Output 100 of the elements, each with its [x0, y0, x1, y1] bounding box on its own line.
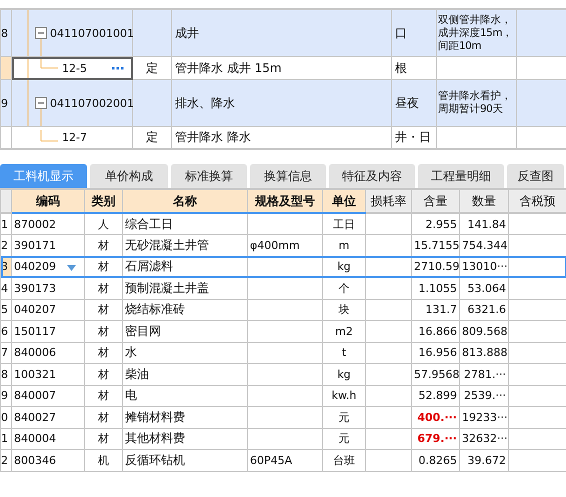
more-icon[interactable] [112, 66, 124, 70]
type-cell: 材 [84, 320, 122, 342]
column-header[interactable]: 数量 [460, 190, 508, 213]
column-header[interactable]: 损耗率 [366, 190, 412, 213]
dropdown-arrow-icon[interactable] [67, 265, 76, 272]
column-header[interactable]: 单位 [322, 190, 366, 213]
type-cell: 材 [84, 406, 122, 428]
row-number: 1 [0, 428, 12, 450]
name-cell: 无砂混凝土井管 [122, 234, 248, 256]
tab[interactable]: 单价构成 [90, 164, 168, 188]
type-cell: 材 [84, 299, 122, 320]
type-cell: 材 [84, 385, 122, 406]
quantity-cell: 2781.··· [460, 364, 508, 385]
tab[interactable]: 换算信息 [250, 164, 326, 188]
row-number: 7 [0, 342, 12, 364]
code-text: 12-5 [62, 60, 87, 76]
content-cell: 2.955 [412, 213, 460, 234]
name-cell: 成井 [172, 10, 392, 56]
code-cell: 870002 [12, 213, 84, 234]
row-number: 5 [0, 299, 12, 320]
type-cell: 人 [84, 213, 122, 234]
row-number: 8 [0, 364, 12, 385]
row-number: 9 [0, 385, 12, 406]
unit-cell: t [322, 342, 366, 364]
quantity-cell: 2539.··· [460, 385, 508, 406]
code-cell: 840007 [12, 385, 84, 406]
quantity-cell: 754.344 [460, 234, 508, 256]
column-header[interactable]: 规格及型号 [248, 190, 322, 213]
row-number: 2 [0, 450, 12, 471]
unit-cell: 块 [322, 299, 366, 320]
name-cell: 密目网 [122, 320, 248, 342]
quantity-cell: 141.84 [460, 213, 508, 234]
quantity-cell: 39.672 [460, 450, 508, 471]
row-number: 4 [0, 278, 12, 299]
row-number: 1 [0, 213, 12, 234]
tab[interactable]: 标准换算 [171, 164, 247, 188]
row-number: 8 [0, 10, 12, 56]
column-header[interactable]: 含量 [412, 190, 460, 213]
column-header[interactable]: 类别 [84, 190, 122, 213]
content-cell: 52.899 [412, 385, 460, 406]
name-cell: 其他材料费 [122, 428, 248, 450]
row-number: 0 [0, 406, 12, 428]
content-cell: 16.956 [412, 342, 460, 364]
quantity-cell: 19233··· [460, 406, 508, 428]
code-text: 12-7 [62, 130, 87, 145]
code-cell: 100321 [12, 364, 84, 385]
quantity-cell: 6321.6 [460, 299, 508, 320]
unit-cell: 工日 [322, 213, 366, 234]
unit-cell: kw.h [322, 385, 366, 406]
unit-cell: 台班 [322, 450, 366, 471]
name-cell: 水 [122, 342, 248, 364]
content-cell: 16.866 [412, 320, 460, 342]
code-text: 041107002001 [50, 96, 134, 110]
code-cell: 040207 [12, 299, 84, 320]
column-header[interactable]: 名称 [122, 190, 248, 213]
code-cell: 840006 [12, 342, 84, 364]
name-cell: 电 [122, 385, 248, 406]
tab[interactable]: 特征及内容 [329, 164, 415, 188]
code-cell: 040209 [12, 256, 84, 278]
name-cell: 柴油 [122, 364, 248, 385]
name-cell: 反循环钻机 [122, 450, 248, 471]
content-cell: 0.8265 [412, 450, 460, 471]
quantity-cell: 53.064 [460, 278, 508, 299]
code-cell: 390173 [12, 278, 84, 299]
quantity-cell: 809.568 [460, 320, 508, 342]
name-cell: 摊销材料费 [122, 406, 248, 428]
code-text: 041107001001 [50, 26, 134, 40]
content-cell: 57.9568 [412, 364, 460, 385]
type-cell: 材 [84, 428, 122, 450]
name-cell: 综合工日 [122, 213, 248, 234]
content-cell: 131.7 [412, 299, 460, 320]
type-cell: 材 [84, 342, 122, 364]
unit-cell: kg [322, 364, 366, 385]
unit-cell: 个 [322, 278, 366, 299]
column-header[interactable]: 含税预 [508, 190, 566, 213]
content-cell: 2710.59 [412, 256, 460, 278]
row-number: 2 [0, 234, 12, 256]
content-cell: 1.1055 [412, 278, 460, 299]
name-cell: 烧结标准砖 [122, 299, 248, 320]
tab[interactable]: 工程量明细 [418, 164, 504, 188]
quantity-cell: 813.888 [460, 342, 508, 364]
content-cell: 400.··· [412, 406, 460, 428]
name-cell: 石屑滤料 [122, 256, 248, 278]
spec-cell: 60P45A [248, 450, 322, 471]
spec-cell: φ400mm [248, 234, 322, 256]
code-cell: 840027 [12, 406, 84, 428]
code-cell: 800346 [12, 450, 84, 471]
tree-connector-drawing [40, 130, 58, 142]
code-cell: 840004 [12, 428, 84, 450]
type-cell: 材 [84, 364, 122, 385]
row-number: 6 [0, 320, 12, 342]
tab[interactable]: 反查图 [507, 164, 564, 188]
code-cell: 390171 [12, 234, 84, 256]
unit-cell: 元 [322, 406, 366, 428]
code-cell: 150117 [12, 320, 84, 342]
type-cell: 材 [84, 278, 122, 299]
column-header[interactable]: 编码 [12, 190, 84, 213]
type-cell: 机 [84, 450, 122, 471]
unit-cell: m2 [322, 320, 366, 342]
unit-cell: 元 [322, 428, 366, 450]
